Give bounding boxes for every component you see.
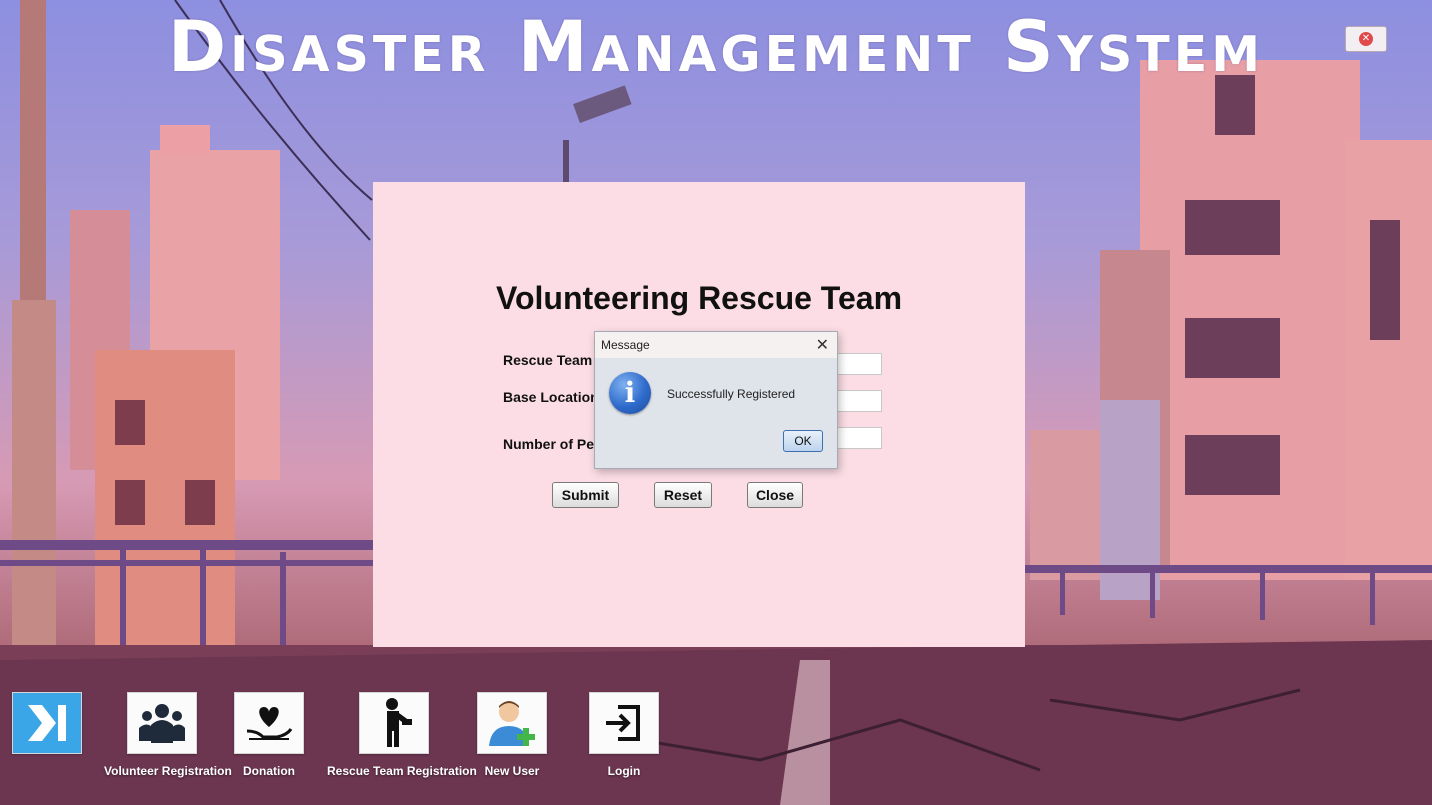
dialog-message: Successfully Registered [667,387,796,401]
base-location-label: Base Location [503,389,599,405]
taskbar-item-login[interactable]: Login [589,692,659,778]
app-close-button[interactable]: ✕ [1345,26,1387,52]
number-of-people-label: Number of Pe [503,436,595,452]
dialog-titlebar[interactable]: Message ✕ [595,332,837,358]
app-title: Disaster Management System [168,6,1264,88]
rescuer-icon [359,692,429,754]
taskbar-item-new-user[interactable]: New User [477,692,547,778]
taskbar-label: Rescue Team Registration [327,764,477,778]
taskbar-label: Login [607,764,641,778]
taskbar-item-volunteer-registration[interactable]: Volunteer Registration [104,692,232,778]
login-icon [589,692,659,754]
dialog-title: Message [601,338,650,352]
group-icon [127,692,197,754]
taskbar-label: New User [484,764,540,778]
taskbar-item-donation[interactable]: Donation [234,692,304,778]
submit-button[interactable]: Submit [552,482,619,508]
ok-button[interactable]: OK [783,430,823,452]
next-arrow-icon [12,692,82,754]
info-icon: i [609,372,651,414]
close-icon: ✕ [1359,32,1373,46]
taskbar-item-rescue-team-registration[interactable]: Rescue Team Registration [327,692,477,778]
rescue-team-name-label: Rescue Team N [503,352,607,368]
taskbar-label: Donation [243,764,295,778]
taskbar-item-next[interactable] [12,692,82,754]
dialog-close-icon[interactable]: ✕ [816,335,829,354]
heart-hand-icon [234,692,304,754]
close-button[interactable]: Close [747,482,803,508]
taskbar-label: Volunteer Registration [104,764,232,778]
form-title: Volunteering Rescue Team [495,280,903,316]
reset-button[interactable]: Reset [654,482,712,508]
add-user-icon [477,692,547,754]
message-dialog: Message ✕ i Successfully Registered OK [594,331,838,469]
